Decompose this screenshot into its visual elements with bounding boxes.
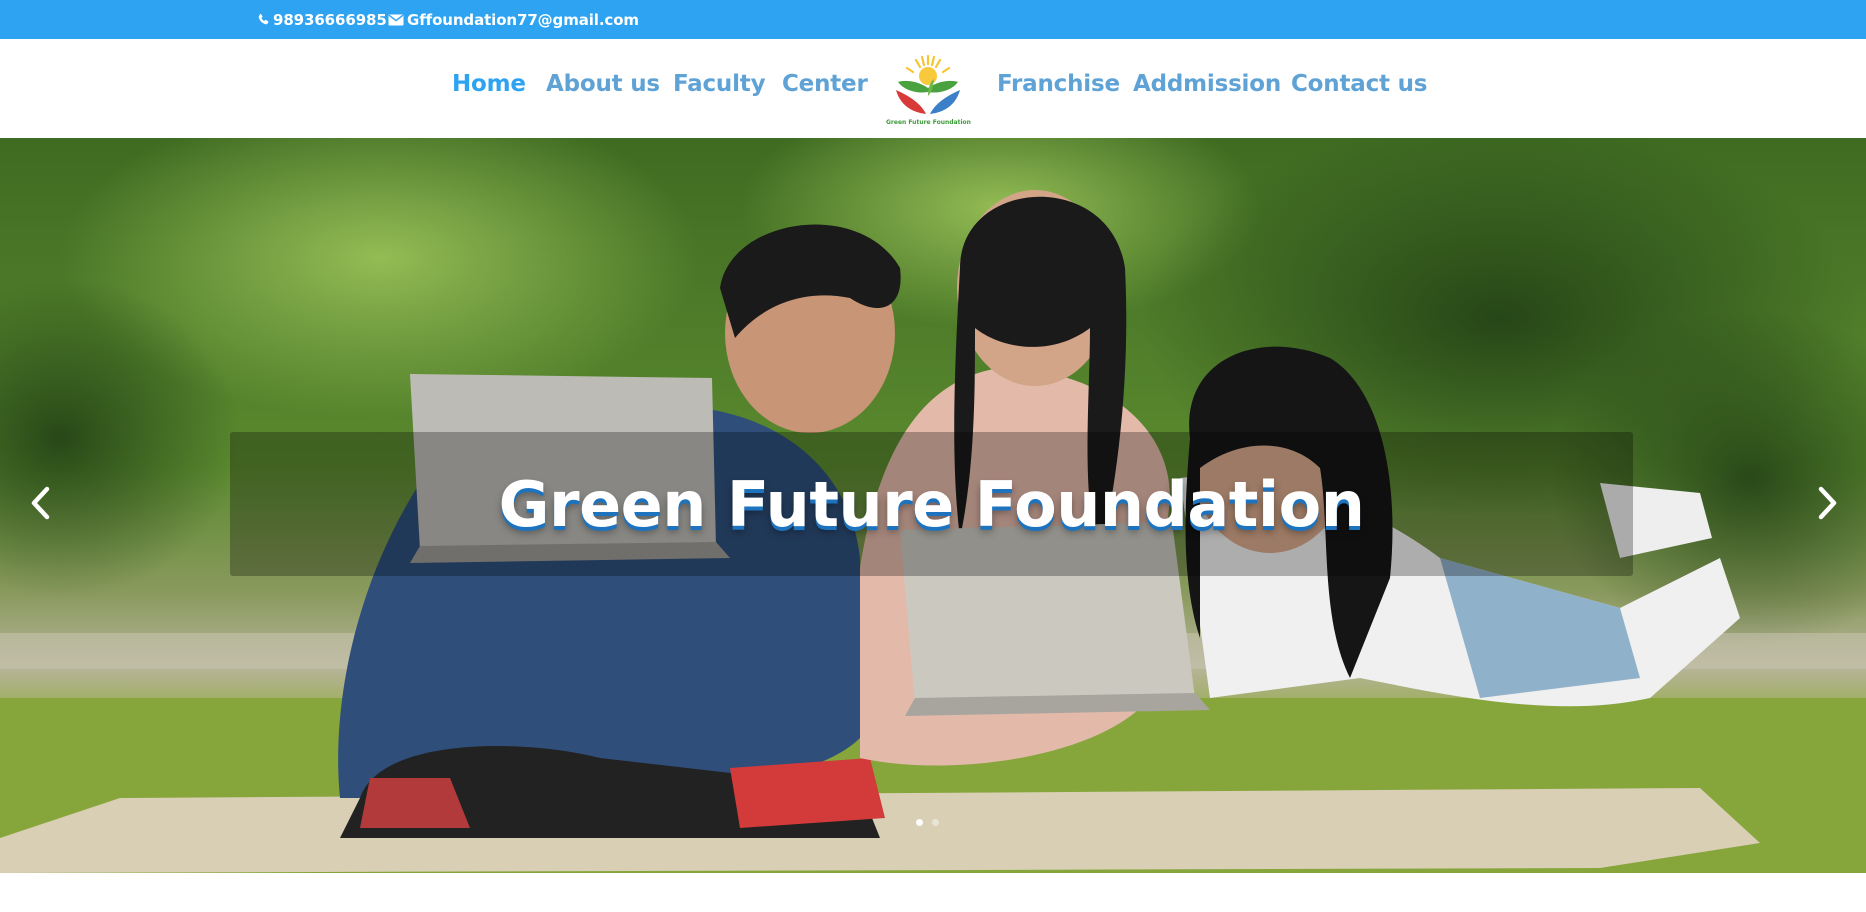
nav-home[interactable]: Home [452, 73, 526, 96]
nav-franchise[interactable]: Franchise [997, 73, 1120, 96]
logo-text: Green Future Foundation [886, 119, 971, 126]
chevron-right-icon [1817, 486, 1839, 524]
slider-prev-button[interactable] [18, 483, 62, 527]
envelope-icon [388, 14, 404, 26]
main-header: Home About us Faculty Center Green Futur… [0, 39, 1866, 138]
phone-contact[interactable]: 98936666985 [257, 0, 387, 39]
slide-caption-box: Green Future Foundation [230, 432, 1633, 576]
slider-dot-1[interactable] [916, 819, 923, 826]
email-contact[interactable]: Gffoundation77@gmail.com [388, 0, 639, 39]
nav-addmission[interactable]: Addmission [1133, 73, 1281, 96]
phone-icon [257, 13, 270, 26]
slider-dot-2[interactable] [932, 819, 939, 826]
phone-number: 98936666985 [273, 10, 387, 29]
email-address: Gffoundation77@gmail.com [407, 10, 639, 29]
logo-graphic [896, 54, 960, 114]
top-contact-bar: 98936666985 Gffoundation77@gmail.com [0, 0, 1866, 39]
slide-title: Green Future Foundation [498, 467, 1365, 541]
hero-slider: Green Future Foundation [0, 138, 1866, 873]
slider-next-button[interactable] [1806, 483, 1850, 527]
nav-center[interactable]: Center [782, 73, 868, 96]
nav-about-us[interactable]: About us [546, 73, 660, 96]
nav-contact-us[interactable]: Contact us [1291, 73, 1427, 96]
nav-faculty[interactable]: Faculty [673, 73, 766, 96]
chevron-left-icon [29, 486, 51, 524]
slider-pagination [916, 819, 939, 826]
site-logo[interactable]: Green Future Foundation [886, 52, 971, 126]
